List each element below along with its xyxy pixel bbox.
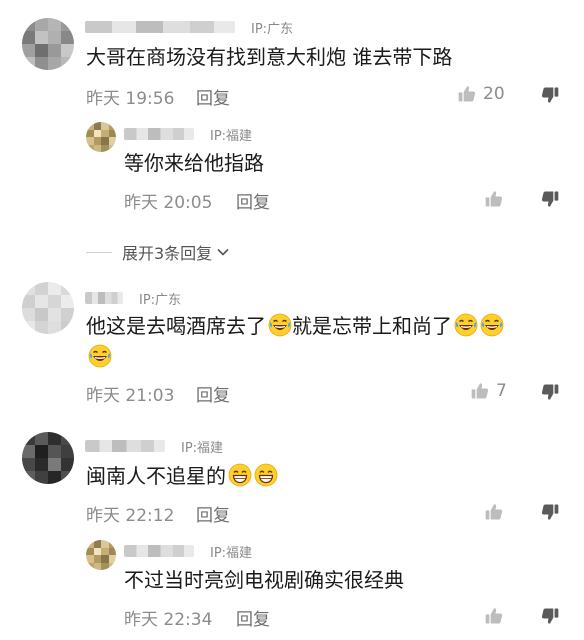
blurred-username	[124, 128, 194, 140]
thumbs-up-icon[interactable]	[484, 189, 504, 209]
comment-text-part: 就是忘带上和尚了	[292, 314, 452, 338]
avatar[interactable]	[86, 540, 116, 570]
laughing-tears-emoji-icon	[480, 313, 504, 337]
laughing-tears-emoji-icon	[454, 313, 478, 337]
ip-location: IP:福建	[181, 440, 224, 456]
chevron-down-icon	[217, 248, 229, 256]
timestamp: 昨天 21:03	[86, 386, 175, 406]
like-count: 20	[483, 84, 505, 104]
laughing-tears-emoji-icon	[88, 344, 112, 368]
reply-button[interactable]: 回复	[196, 501, 230, 526]
reply-button[interactable]: 回复	[236, 605, 270, 630]
thumbs-up-icon[interactable]	[484, 502, 504, 522]
ip-location: IP:福建	[210, 128, 253, 144]
timestamp: 昨天 22:34	[124, 610, 213, 630]
timestamp: 昨天 19:56	[86, 89, 175, 109]
like-button[interactable]: 20	[457, 84, 505, 104]
ip-location: IP:广东	[251, 21, 294, 37]
grinning-emoji-icon	[254, 463, 278, 487]
thumbs-down-icon[interactable]	[540, 502, 560, 522]
avatar[interactable]	[22, 18, 74, 70]
grinning-emoji-icon	[228, 463, 252, 487]
ip-location: IP:福建	[210, 545, 253, 561]
thumbs-down-icon[interactable]	[540, 85, 560, 105]
comment-text-part: 闽南人不追星的	[86, 464, 226, 488]
expand-replies-label: 展开3条回复	[122, 244, 213, 263]
timestamp: 昨天 22:12	[86, 506, 175, 526]
blurred-username	[85, 21, 235, 33]
comment-text: 大哥在商场没有找到意大利炮 谁去带下路	[86, 45, 453, 69]
reply-button[interactable]: 回复	[196, 84, 230, 109]
reply-button[interactable]: 回复	[196, 381, 230, 406]
blurred-username	[124, 545, 194, 557]
laughing-tears-emoji-icon	[268, 313, 292, 337]
comment-text: 等你来给他指路	[124, 151, 264, 175]
avatar[interactable]	[86, 122, 116, 152]
user-name[interactable]: IP:福建	[85, 437, 224, 456]
divider	[86, 251, 112, 253]
expand-replies-button[interactable]: 展开3条回复	[86, 240, 230, 264]
thumbs-down-icon[interactable]	[540, 606, 560, 626]
reply-button[interactable]: 回复	[236, 188, 270, 213]
blurred-username	[85, 440, 165, 452]
avatar[interactable]	[22, 282, 74, 334]
avatar[interactable]	[22, 432, 74, 484]
ip-location: IP:广东	[139, 292, 182, 308]
user-name[interactable]: IP:广东	[85, 289, 182, 308]
comment-text: 他这是去喝酒席去了 就是忘带上和尚了	[86, 312, 504, 340]
comment-text-part: 他这是去喝酒席去了	[86, 314, 266, 338]
thumbs-down-icon[interactable]	[540, 189, 560, 209]
user-name[interactable]: IP:广东	[85, 18, 294, 37]
thumbs-up-icon	[457, 84, 477, 104]
comment-text: 不过当时亮剑电视剧确实很经典	[124, 568, 404, 592]
like-count: 7	[496, 381, 507, 401]
user-name[interactable]: IP:福建	[124, 542, 253, 561]
like-button[interactable]: 7	[470, 381, 507, 401]
thumbs-up-icon	[470, 381, 490, 401]
thumbs-up-icon[interactable]	[484, 606, 504, 626]
timestamp: 昨天 20:05	[124, 193, 213, 213]
user-name[interactable]: IP:福建	[124, 125, 253, 144]
comment-text: 闽南人不追星的	[86, 462, 278, 490]
thumbs-down-icon[interactable]	[540, 382, 560, 402]
blurred-username	[85, 292, 123, 304]
